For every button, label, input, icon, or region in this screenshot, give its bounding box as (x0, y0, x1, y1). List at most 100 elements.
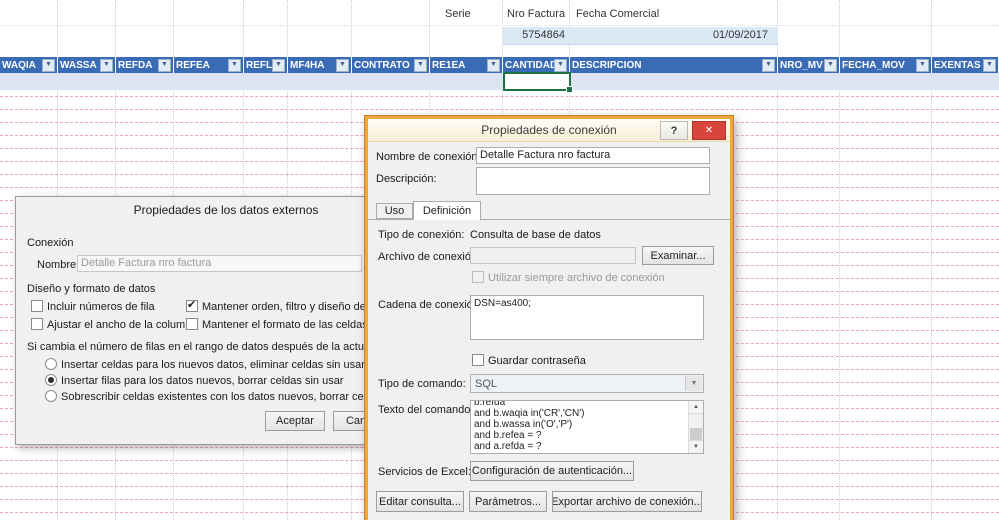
column-header-exentas[interactable]: EXENTAS ▼ (932, 57, 999, 73)
column-header-wassa[interactable]: WASSA ▼ (58, 57, 116, 73)
tab-label: Definición (422, 205, 472, 217)
connection-section-label: Conexión (27, 237, 74, 249)
filter-dropdown-icon[interactable]: ▼ (554, 58, 567, 72)
column-header-descripcion[interactable]: DESCRIPCION ▼ (570, 57, 778, 73)
column-header-cantidad[interactable]: CANTIDAD ▼ (503, 57, 570, 73)
active-cell[interactable] (503, 72, 573, 93)
fill-handle[interactable] (566, 86, 573, 93)
command-type-label: Tipo de comando: (378, 378, 466, 390)
filter-dropdown-icon[interactable]: ▼ (158, 58, 171, 72)
filter-dropdown-icon[interactable]: ▼ (272, 58, 285, 72)
table-data-row[interactable] (0, 73, 999, 90)
radio-insert-rows[interactable] (45, 374, 57, 386)
table-header-row: WAQIA▼WASSA▼REFDA▼REFEA▼REFLA▼MF4HA▼CONT… (0, 57, 999, 73)
radio-overwrite-cells[interactable] (45, 390, 57, 402)
checkbox-always-use-file (472, 271, 484, 283)
column-header-label: EXENTAS (934, 59, 981, 71)
excel-services-label: Servicios de Excel: (378, 466, 471, 478)
cell-fecha-comercial-value[interactable]: 01/09/2017 (660, 29, 768, 41)
radio-insert-cells[interactable] (45, 358, 57, 370)
filter-dropdown-icon[interactable]: ▼ (228, 58, 241, 72)
connection-name-label: Nombre de conexión: (376, 151, 481, 163)
scrollbar-thumb[interactable] (690, 428, 702, 440)
always-use-file-label: Utilizar siempre archivo de conexión (488, 272, 665, 284)
command-text-value: b.refda and b.waqia in('CR','CN') and b.… (474, 400, 585, 452)
column-header-label: REFDA (118, 59, 153, 71)
command-text-textarea[interactable]: b.refda and b.waqia in('CR','CN') and b.… (470, 400, 704, 454)
command-type-value: SQL (475, 377, 498, 390)
edit-query-button[interactable]: Editar consulta... (376, 491, 464, 512)
command-type-select[interactable]: SQL ▼ (470, 374, 704, 393)
column-header-label: CANTIDAD (505, 59, 554, 71)
parameters-button[interactable]: Parámetros... (469, 491, 547, 512)
connection-string-label: Cadena de conexión: (378, 299, 482, 311)
column-header-label: WASSA (60, 59, 97, 71)
authentication-settings-button[interactable]: Configuración de autenticación... (470, 461, 634, 481)
layout-section-label: Diseño y formato de datos (27, 283, 156, 295)
close-button[interactable]: ✕ (692, 121, 726, 140)
header-serie: Serie (445, 8, 471, 20)
tab-uso[interactable]: Uso (376, 203, 413, 219)
connection-string-value: DSN=as400; (474, 298, 531, 309)
tab-definicion[interactable]: Definición (413, 201, 481, 220)
connection-type-value: Consulta de base de datos (470, 229, 601, 241)
scrollbar[interactable]: ▲ ▼ (688, 401, 703, 453)
scroll-up-icon[interactable]: ▲ (689, 401, 703, 414)
checkbox-adjust-column-width[interactable] (31, 318, 43, 330)
column-header-label: DESCRIPCION (572, 59, 642, 71)
browse-button[interactable]: Examinar... (642, 246, 714, 265)
adjust-column-width-label: Ajustar el ancho de la columna (47, 319, 198, 331)
column-header-refla[interactable]: REFLA▼ (244, 57, 288, 73)
column-header-label: FECHA_MOV (842, 59, 905, 71)
connection-name-field[interactable]: Detalle Factura nro factura (77, 255, 362, 272)
dialog-titlebar[interactable]: Propiedades de conexión ? ✕ (368, 119, 730, 142)
filter-dropdown-icon[interactable]: ▼ (42, 58, 55, 72)
column-header-refea[interactable]: REFEA ▼ (174, 57, 244, 73)
column-header-waqia[interactable]: WAQIA ▼ (0, 57, 58, 73)
description-label: Descripción: (376, 173, 437, 185)
column-header-contrato[interactable]: CONTRATO ▼ (352, 57, 430, 73)
tab-label: Uso (384, 205, 405, 217)
scroll-up-glyph: ▲ (693, 404, 699, 410)
export-connection-file-button[interactable]: Exportar archivo de conexión... (552, 491, 702, 512)
chevron-down-icon[interactable]: ▼ (685, 376, 702, 391)
checkbox-keep-cell-format[interactable] (186, 318, 198, 330)
checkbox-keep-sort-filter-layout[interactable]: ✔ (186, 299, 198, 312)
connection-name-input[interactable]: Detalle Factura nro factura (476, 147, 710, 164)
column-header-label: RE1EA (432, 59, 466, 71)
column-header-label: MF4HA (290, 59, 325, 71)
help-button[interactable]: ? (660, 121, 688, 140)
keep-sort-filter-layout-label: Mantener orden, filtro y diseño de (202, 301, 366, 313)
filter-dropdown-icon[interactable]: ▼ (100, 58, 113, 72)
filter-dropdown-icon[interactable]: ▼ (487, 58, 500, 72)
excel-window: Serie Nro Factura Fecha Comercial 575486… (0, 0, 999, 520)
filter-dropdown-icon[interactable]: ▼ (414, 58, 427, 72)
filter-dropdown-icon[interactable]: ▼ (916, 58, 929, 72)
column-header-label: WAQIA (2, 59, 36, 71)
column-header-label: REFLA (246, 59, 272, 71)
column-header-fecha_mov[interactable]: FECHA_MOV ▼ (840, 57, 932, 73)
column-header-re1ea[interactable]: RE1EA ▼ (430, 57, 503, 73)
chevron-down-glyph: ▼ (690, 380, 698, 387)
filter-dropdown-icon[interactable]: ▼ (824, 58, 837, 72)
invoice-values-row: 5754864 01/09/2017 (503, 27, 778, 45)
keep-cell-format-label: Mantener el formato de las celdas (202, 319, 368, 331)
radio-insert-rows-label: Insertar filas para los datos nuevos, bo… (61, 375, 344, 387)
checkbox-include-row-numbers[interactable] (31, 300, 43, 312)
accept-button[interactable]: Aceptar (265, 411, 325, 431)
filter-dropdown-icon[interactable]: ▼ (762, 58, 775, 72)
include-row-numbers-label: Incluir números de fila (47, 301, 155, 313)
scroll-down-icon[interactable]: ▼ (689, 440, 703, 453)
connection-string-textarea[interactable]: DSN=as400; (470, 295, 704, 340)
column-header-refda[interactable]: REFDA ▼ (116, 57, 174, 73)
checkbox-save-password[interactable] (472, 354, 484, 366)
connection-file-input (470, 247, 636, 264)
cell-nro-factura-value[interactable]: 5754864 (505, 29, 565, 41)
filter-dropdown-icon[interactable]: ▼ (983, 58, 996, 72)
column-header-nro_mv[interactable]: NRO_MV ▼ (778, 57, 840, 73)
close-icon: ✕ (704, 125, 714, 136)
column-header-mf4ha[interactable]: MF4HA ▼ (288, 57, 352, 73)
column-header-label: REFEA (176, 59, 210, 71)
description-input[interactable] (476, 167, 710, 195)
filter-dropdown-icon[interactable]: ▼ (336, 58, 349, 72)
